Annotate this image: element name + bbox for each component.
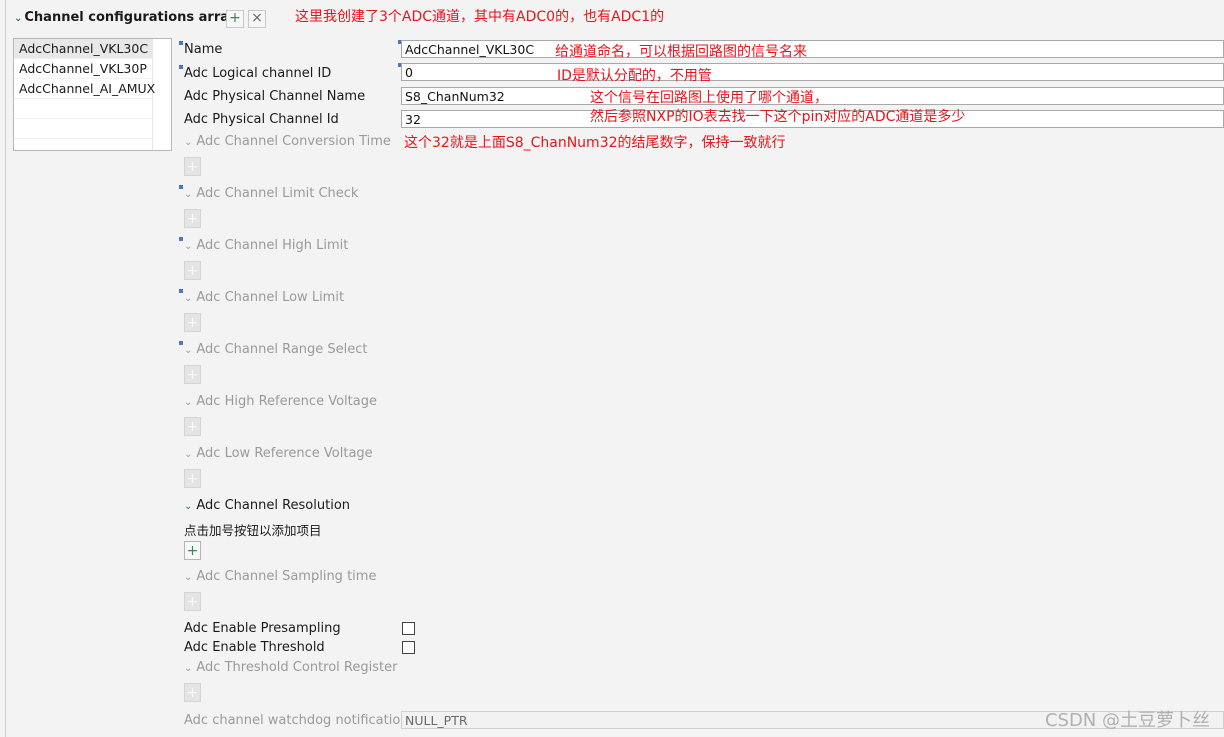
left-border [5, 0, 6, 737]
high-ref-header[interactable]: ⌄ Adc High Reference Voltage [184, 394, 377, 409]
physical-name-label: Adc Physical Channel Name [184, 89, 366, 104]
resolution-hint: 点击加号按钮以添加项目 [184, 523, 322, 538]
marker-icon [179, 289, 183, 293]
empty-list-row [14, 119, 152, 139]
presampling-checkbox[interactable] [402, 622, 415, 635]
range-select-header[interactable]: ⌄ Adc Channel Range Select [184, 342, 368, 357]
add-threshold-reg-button[interactable]: + [184, 683, 201, 702]
empty-list-row [14, 99, 152, 119]
logical-id-label: Adc Logical channel ID [184, 66, 332, 81]
add-high-ref-button[interactable]: + [184, 417, 201, 436]
add-low-limit-button[interactable]: + [184, 313, 201, 332]
annotation-signal-2: 然后参照NXP的IO表去找一下这个pin对应的ADC通道是多少 [590, 109, 966, 125]
annotation-top: 这里我创建了3个ADC通道，其中有ADC0的，也有ADC1的 [295, 9, 665, 25]
low-ref-label: Adc Low Reference Voltage [196, 446, 373, 461]
channel-list-item[interactable]: AdcChannel_VKL30P [14, 59, 152, 79]
annotation-num: 这个32就是上面S8_ChanNum32的结尾数字，保持一致就行 [404, 135, 786, 151]
low-limit-header[interactable]: ⌄ Adc Channel Low Limit [184, 290, 344, 305]
low-limit-label: Adc Channel Low Limit [196, 290, 345, 305]
range-select-label: Adc Channel Range Select [196, 342, 368, 357]
conversion-time-label: Adc Channel Conversion Time [196, 134, 391, 149]
sampling-time-label: Adc Channel Sampling time [196, 569, 377, 584]
conversion-time-header[interactable]: ⌄ Adc Channel Conversion Time [184, 134, 391, 149]
chevron-down-icon: ⌄ [184, 449, 193, 460]
high-limit-header[interactable]: ⌄ Adc Channel High Limit [184, 238, 348, 253]
resolution-header[interactable]: ⌄ Adc Channel Resolution [184, 498, 350, 513]
chevron-down-icon: ⌄ [184, 663, 193, 674]
add-limit-check-button[interactable]: + [184, 209, 201, 228]
channel-list-item[interactable]: AdcChannel_AI_AMUX [14, 79, 155, 99]
remove-channel-button[interactable]: × [248, 10, 266, 28]
limit-check-label: Adc Channel Limit Check [196, 186, 359, 201]
low-ref-header[interactable]: ⌄ Adc Low Reference Voltage [184, 446, 373, 461]
high-limit-label: Adc Channel High Limit [196, 238, 349, 253]
add-low-ref-button[interactable]: + [184, 469, 201, 488]
add-range-select-button[interactable]: + [184, 365, 201, 384]
channel-list[interactable]: AdcChannel_VKL30C AdcChannel_VKL30P AdcC… [13, 38, 172, 151]
threshold-reg-header[interactable]: ⌄ Adc Threshold Control Register [184, 660, 397, 675]
add-resolution-button[interactable]: + [184, 541, 201, 560]
marker-icon [179, 237, 183, 241]
chevron-down-icon: ⌄ [184, 137, 193, 148]
watermark: CSDN @土豆萝卜丝 [1044, 710, 1210, 731]
add-channel-button[interactable]: + [226, 10, 244, 28]
channel-list-item[interactable]: AdcChannel_VKL30C [14, 39, 152, 59]
annotation-id: ID是默认分配的，不用管 [557, 68, 712, 84]
presampling-label: Adc Enable Presampling [184, 621, 341, 636]
chevron-down-icon: ⌄ [184, 345, 193, 356]
threshold-checkbox[interactable] [402, 641, 415, 654]
marker-icon [179, 185, 183, 189]
chevron-down-icon: ⌄ [184, 572, 193, 583]
annotation-name: 给通道命名，可以根据回路图的信号名来 [555, 44, 807, 60]
chevron-down-icon: ⌄ [184, 293, 193, 304]
sampling-time-header[interactable]: ⌄ Adc Channel Sampling time [184, 569, 376, 584]
name-label: Name [184, 42, 223, 57]
resolution-label: Adc Channel Resolution [196, 498, 351, 513]
limit-check-header[interactable]: ⌄ Adc Channel Limit Check [184, 186, 358, 201]
marker-icon [179, 341, 183, 345]
high-ref-label: Adc High Reference Voltage [196, 394, 377, 409]
collapse-chevron-icon[interactable]: ⌄ [14, 13, 22, 24]
required-marker-icon [179, 65, 183, 69]
logical-id-field[interactable]: 0 [401, 63, 1224, 81]
chevron-down-icon: ⌄ [184, 189, 193, 200]
add-sampling-time-button[interactable]: + [184, 592, 201, 611]
section-title: Channel configurations array [24, 10, 238, 25]
required-marker-icon [179, 41, 183, 45]
annotation-signal-1: 这个信号在回路图上使用了哪个通道， [590, 90, 828, 106]
threshold-reg-label: Adc Threshold Control Register [196, 660, 398, 675]
add-conversion-time-button[interactable]: + [184, 157, 201, 176]
watchdog-label: Adc channel watchdog notification [184, 713, 409, 728]
threshold-label: Adc Enable Threshold [184, 640, 325, 655]
section-header[interactable]: ⌄ Channel configurations array [14, 10, 237, 25]
chevron-down-icon: ⌄ [184, 241, 193, 252]
chevron-down-icon: ⌄ [184, 501, 193, 512]
name-field[interactable]: AdcChannel_VKL30C [401, 40, 1224, 58]
add-high-limit-button[interactable]: + [184, 261, 201, 280]
physical-id-label: Adc Physical Channel Id [184, 112, 339, 127]
chevron-down-icon: ⌄ [184, 397, 193, 408]
